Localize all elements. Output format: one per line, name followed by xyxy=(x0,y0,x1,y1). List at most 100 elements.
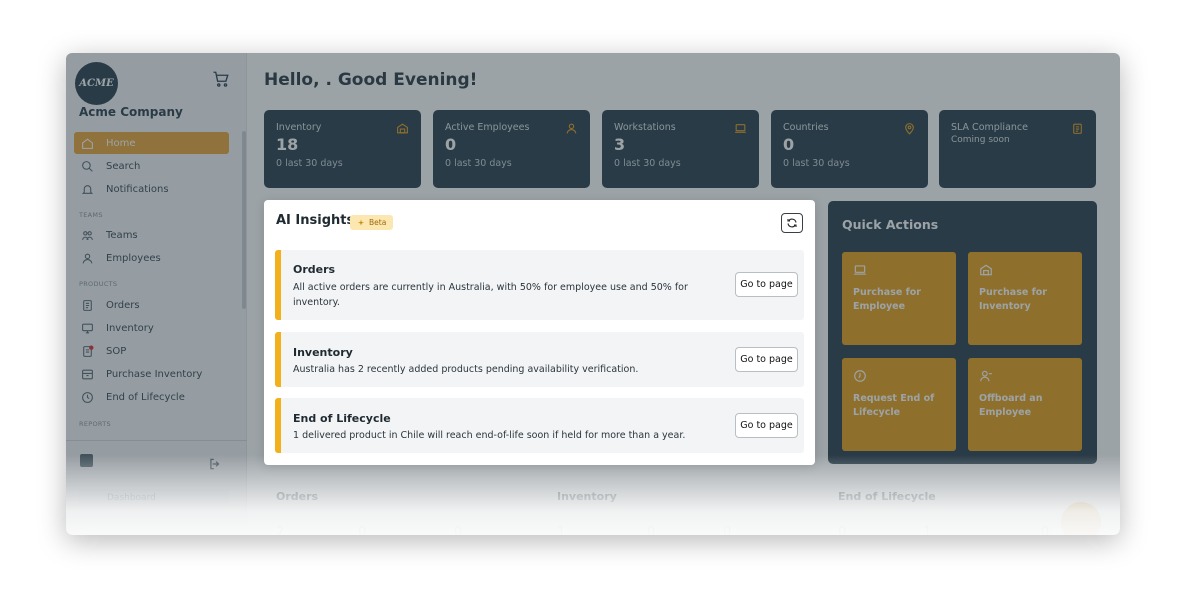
clock-icon xyxy=(82,391,93,403)
stat-label: Countries xyxy=(783,122,829,133)
stat-sub: 0 last 30 days xyxy=(276,158,343,169)
inventory-icon xyxy=(980,264,992,276)
insight-title: End of Lifecycle xyxy=(293,412,391,425)
ai-insights-title: AI Insights xyxy=(276,213,355,228)
eol-count: 0 xyxy=(1041,525,1050,535)
logout-icon[interactable] xyxy=(207,457,223,471)
eol-count: 1 xyxy=(923,525,932,535)
sidebar-item-label: Notifications xyxy=(106,183,169,195)
laptop-icon xyxy=(854,265,866,275)
stat-value: 0 xyxy=(445,135,457,154)
sidebar-item-label: End of Lifecycle xyxy=(106,391,185,403)
sidebar-item-label: Teams xyxy=(106,229,138,241)
quick-action-label: Offboard an Employee xyxy=(979,393,1043,418)
sidebar: ACME Acme Company Home Search Notificati… xyxy=(66,53,247,535)
sidebar-item-teams[interactable]: Teams xyxy=(74,224,229,246)
insight-card-end-of-lifecycle: End of Lifecycle 1 delivered product in … xyxy=(275,398,804,453)
refresh-icon xyxy=(787,218,797,228)
go-to-page-button[interactable]: Go to page xyxy=(735,272,798,297)
ai-insights-modal: AI Insights Beta Orders All active order… xyxy=(264,200,815,465)
beta-badge: Beta xyxy=(350,215,394,230)
eol-count: 0 xyxy=(838,525,847,535)
sidebar-item-employees[interactable]: Employees xyxy=(74,247,229,269)
stat-card-workstations[interactable]: Workstations 3 0 last 30 days xyxy=(602,110,759,188)
purchase-for-inventory-button[interactable]: Purchase for Inventory xyxy=(968,252,1082,345)
sidebar-item-orders[interactable]: Orders xyxy=(74,294,229,316)
inventory-count: 0 xyxy=(647,525,656,535)
stat-value: 18 xyxy=(276,135,299,154)
sidebar-item-label: Home xyxy=(106,137,136,149)
stat-label: Inventory xyxy=(276,122,322,133)
quick-actions-panel: Quick Actions Purchase for Employee Purc… xyxy=(828,201,1097,464)
stat-label: Workstations xyxy=(614,122,676,133)
sidebar-item-notifications[interactable]: Notifications xyxy=(74,178,229,200)
sidebar-scrollbar[interactable] xyxy=(242,131,246,309)
go-to-page-button[interactable]: Go to page xyxy=(735,347,798,372)
stat-card-countries[interactable]: Countries 0 0 last 30 days xyxy=(771,110,928,188)
teams-icon xyxy=(82,230,93,240)
sop-icon xyxy=(83,345,94,357)
quick-action-label: Purchase for Inventory xyxy=(979,287,1047,312)
sidebar-item-sop[interactable]: SOP xyxy=(74,340,229,362)
avatar[interactable] xyxy=(80,454,93,467)
inventory-count: 1 xyxy=(557,525,566,535)
company-logo[interactable]: ACME xyxy=(75,62,118,105)
orders-count: 0 xyxy=(454,525,463,535)
chat-fab-button[interactable] xyxy=(1061,502,1101,535)
insight-title: Orders xyxy=(293,263,336,276)
sparkle-icon xyxy=(358,219,364,226)
sidebar-item-label: Inventory xyxy=(106,322,154,334)
quick-actions-title: Quick Actions xyxy=(842,217,939,232)
stat-value: 0 xyxy=(783,135,795,154)
home-icon xyxy=(82,137,93,149)
sidebar-divider xyxy=(66,440,247,441)
sidebar-item-end-of-lifecycle[interactable]: End of Lifecycle xyxy=(74,386,229,408)
request-end-of-lifecycle-button[interactable]: Request End of Lifecycle xyxy=(842,358,956,451)
location-pin-icon xyxy=(905,123,914,135)
stat-card-sla-compliance[interactable]: SLA Compliance Coming soon xyxy=(939,110,1096,188)
go-to-page-button[interactable]: Go to page xyxy=(735,413,798,438)
sidebar-item-label: Dashboard xyxy=(107,493,156,503)
eol-section-title: End of Lifecycle xyxy=(838,490,936,503)
stat-sub: Coming soon xyxy=(951,135,1010,145)
sidebar-item-purchase-inventory[interactable]: Purchase Inventory xyxy=(74,363,229,385)
insight-title: Inventory xyxy=(293,346,353,359)
beta-label: Beta xyxy=(369,218,387,227)
stat-card-active-employees[interactable]: Active Employees 0 0 last 30 days xyxy=(433,110,590,188)
offboard-employee-button[interactable]: Offboard an Employee xyxy=(968,358,1082,451)
app-window: ACME Acme Company Home Search Notificati… xyxy=(66,53,1120,535)
clipboard-icon xyxy=(1073,123,1082,134)
sidebar-item-inventory[interactable]: Inventory xyxy=(74,317,229,339)
page-title: Hello, . Good Evening! xyxy=(264,70,478,90)
stat-card-inventory[interactable]: Inventory 18 0 last 30 days xyxy=(264,110,421,188)
sidebar-item-home[interactable]: Home xyxy=(74,132,229,154)
person-icon xyxy=(82,253,93,263)
search-icon xyxy=(82,160,93,172)
orders-count: 2 xyxy=(276,525,285,535)
sidebar-item-label: Search xyxy=(106,160,141,172)
insight-card-inventory: Inventory Australia has 2 recently added… xyxy=(275,332,804,387)
insight-card-orders: Orders All active orders are currently i… xyxy=(275,250,804,320)
purchase-for-employee-button[interactable]: Purchase for Employee xyxy=(842,252,956,345)
sidebar-item-label: Employees xyxy=(106,252,161,264)
refresh-button[interactable] xyxy=(781,213,803,233)
sidebar-item-search[interactable]: Search xyxy=(74,155,229,177)
insight-text: 1 delivered product in Chile will reach … xyxy=(293,430,686,441)
inventory-count: 0 xyxy=(723,525,732,535)
insight-text: Australia has 2 recently added products … xyxy=(293,364,639,375)
sidebar-section-reports: REPORTS xyxy=(79,420,111,428)
box-icon xyxy=(82,369,93,379)
cart-icon[interactable] xyxy=(212,70,230,88)
insight-text: All active orders are currently in Austr… xyxy=(293,282,688,308)
sidebar-item-label: Purchase Inventory xyxy=(106,368,203,380)
inventory-icon xyxy=(397,123,408,134)
stat-label: Active Employees xyxy=(445,122,530,133)
stat-label: SLA Compliance xyxy=(951,122,1028,133)
bell-icon xyxy=(81,184,94,194)
sidebar-item-dashboard[interactable]: Dashboard xyxy=(79,489,229,507)
stat-sub: 0 last 30 days xyxy=(614,158,681,169)
monitor-icon xyxy=(82,323,93,333)
stat-sub: 0 last 30 days xyxy=(783,158,850,169)
orders-section-title: Orders xyxy=(276,490,319,503)
company-name: Acme Company xyxy=(79,105,183,119)
